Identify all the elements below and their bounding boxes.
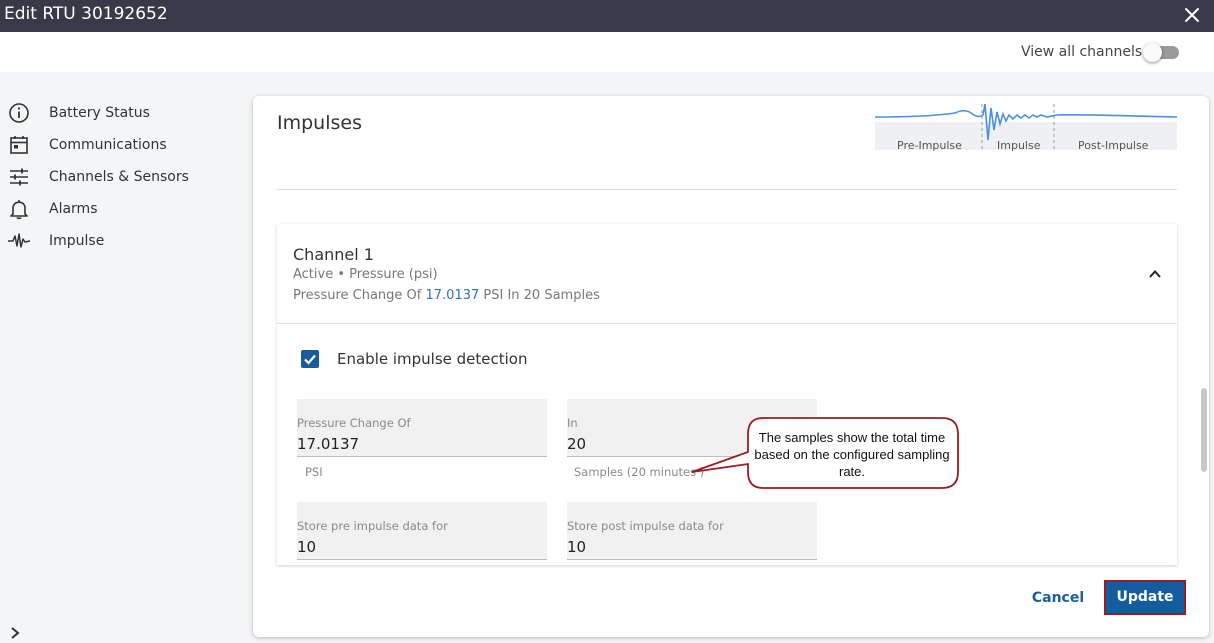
sidebar-item-label: Impulse [49,233,105,249]
update-button[interactable]: Update [1104,580,1186,615]
impulses-card: Impulses Pre-Impulse Impulse Post-Impuls… [253,96,1209,637]
channel-panel: Channel 1 Active • Pressure (psi) Pressu… [277,224,1177,565]
pressure-change-value: 17.0137 [297,435,360,453]
close-icon[interactable] [1182,5,1202,25]
callout-text: The samples show the total time based on… [754,430,950,479]
info-icon [9,103,29,123]
chevron-up-icon[interactable] [1147,266,1163,282]
sidebar-item-label: Channels & Sensors [49,169,189,185]
pressure-unit-hint: PSI [305,465,323,479]
sidebar-item-alarms[interactable]: Alarms [0,196,230,222]
pre-impulse-field[interactable]: Store pre impulse data for 10 [297,502,547,560]
pre-impulse-field-label: Store pre impulse data for [297,519,448,533]
checkmark-icon [304,354,316,365]
sidebar-item-communications[interactable]: Communications [0,132,230,158]
title-bar: Edit RTU 30192652 [0,0,1214,32]
sidebar-item-channels-sensors[interactable]: Channels & Sensors [0,164,230,190]
summary-suffix: PSI In 20 Samples [479,288,600,303]
channel-status: Active • Pressure (psi) [293,267,438,282]
waveform-icon [8,233,30,248]
impulse-label: Impulse [997,139,1041,152]
calendar-icon [10,136,28,154]
sidebar-item-battery-status[interactable]: Battery Status [0,100,230,126]
impulse-diagram: Pre-Impulse Impulse Post-Impulse [875,104,1177,152]
summary-prefix: Pressure Change Of [293,288,426,303]
divider [277,189,1177,190]
view-all-channels-label: View all channels [1021,44,1143,60]
pressure-change-label: Pressure Change Of [297,416,411,430]
bell-icon [10,200,28,220]
samples-value: 20 [567,435,587,453]
samples-hint: Samples (20 minutes ) [574,465,705,479]
summary-value: 17.0137 [425,288,480,303]
sidebar-item-label: Battery Status [49,105,150,121]
toggle-knob [1143,43,1162,62]
scrollbar[interactable] [1197,96,1209,566]
sidebar-item-impulse[interactable]: Impulse [0,228,230,254]
post-impulse-field[interactable]: Store post impulse data for 10 [567,502,817,560]
post-impulse-value: 10 [567,538,587,556]
chevron-right-icon[interactable] [8,626,22,640]
post-impulse-label: Post-Impulse [1078,139,1149,152]
channel-name: Channel 1 [293,245,374,264]
sidebar-item-label: Alarms [49,201,98,217]
sidebar-item-label: Communications [49,137,167,153]
top-bar: View all channels [0,32,1214,72]
post-impulse-field-label: Store post impulse data for [567,519,724,533]
sliders-icon [10,168,28,186]
view-all-channels-toggle[interactable] [1143,43,1179,62]
pre-impulse-label: Pre-Impulse [897,139,962,152]
window-title: Edit RTU 30192652 [4,4,168,24]
channel-header[interactable]: Channel 1 Active • Pressure (psi) Pressu… [277,224,1177,324]
pressure-change-field[interactable]: Pressure Change Of 17.0137 [297,399,547,457]
enable-impulse-checkbox[interactable] [301,350,319,368]
pre-impulse-value: 10 [297,538,317,556]
samples-label: In [567,416,578,430]
enable-impulse-label: Enable impulse detection [337,350,528,368]
scrollbar-thumb[interactable] [1201,388,1207,472]
page-title: Impulses [277,112,362,134]
cancel-button[interactable]: Cancel [1030,587,1086,609]
channel-summary: Pressure Change Of 17.0137 PSI In 20 Sam… [293,288,600,303]
